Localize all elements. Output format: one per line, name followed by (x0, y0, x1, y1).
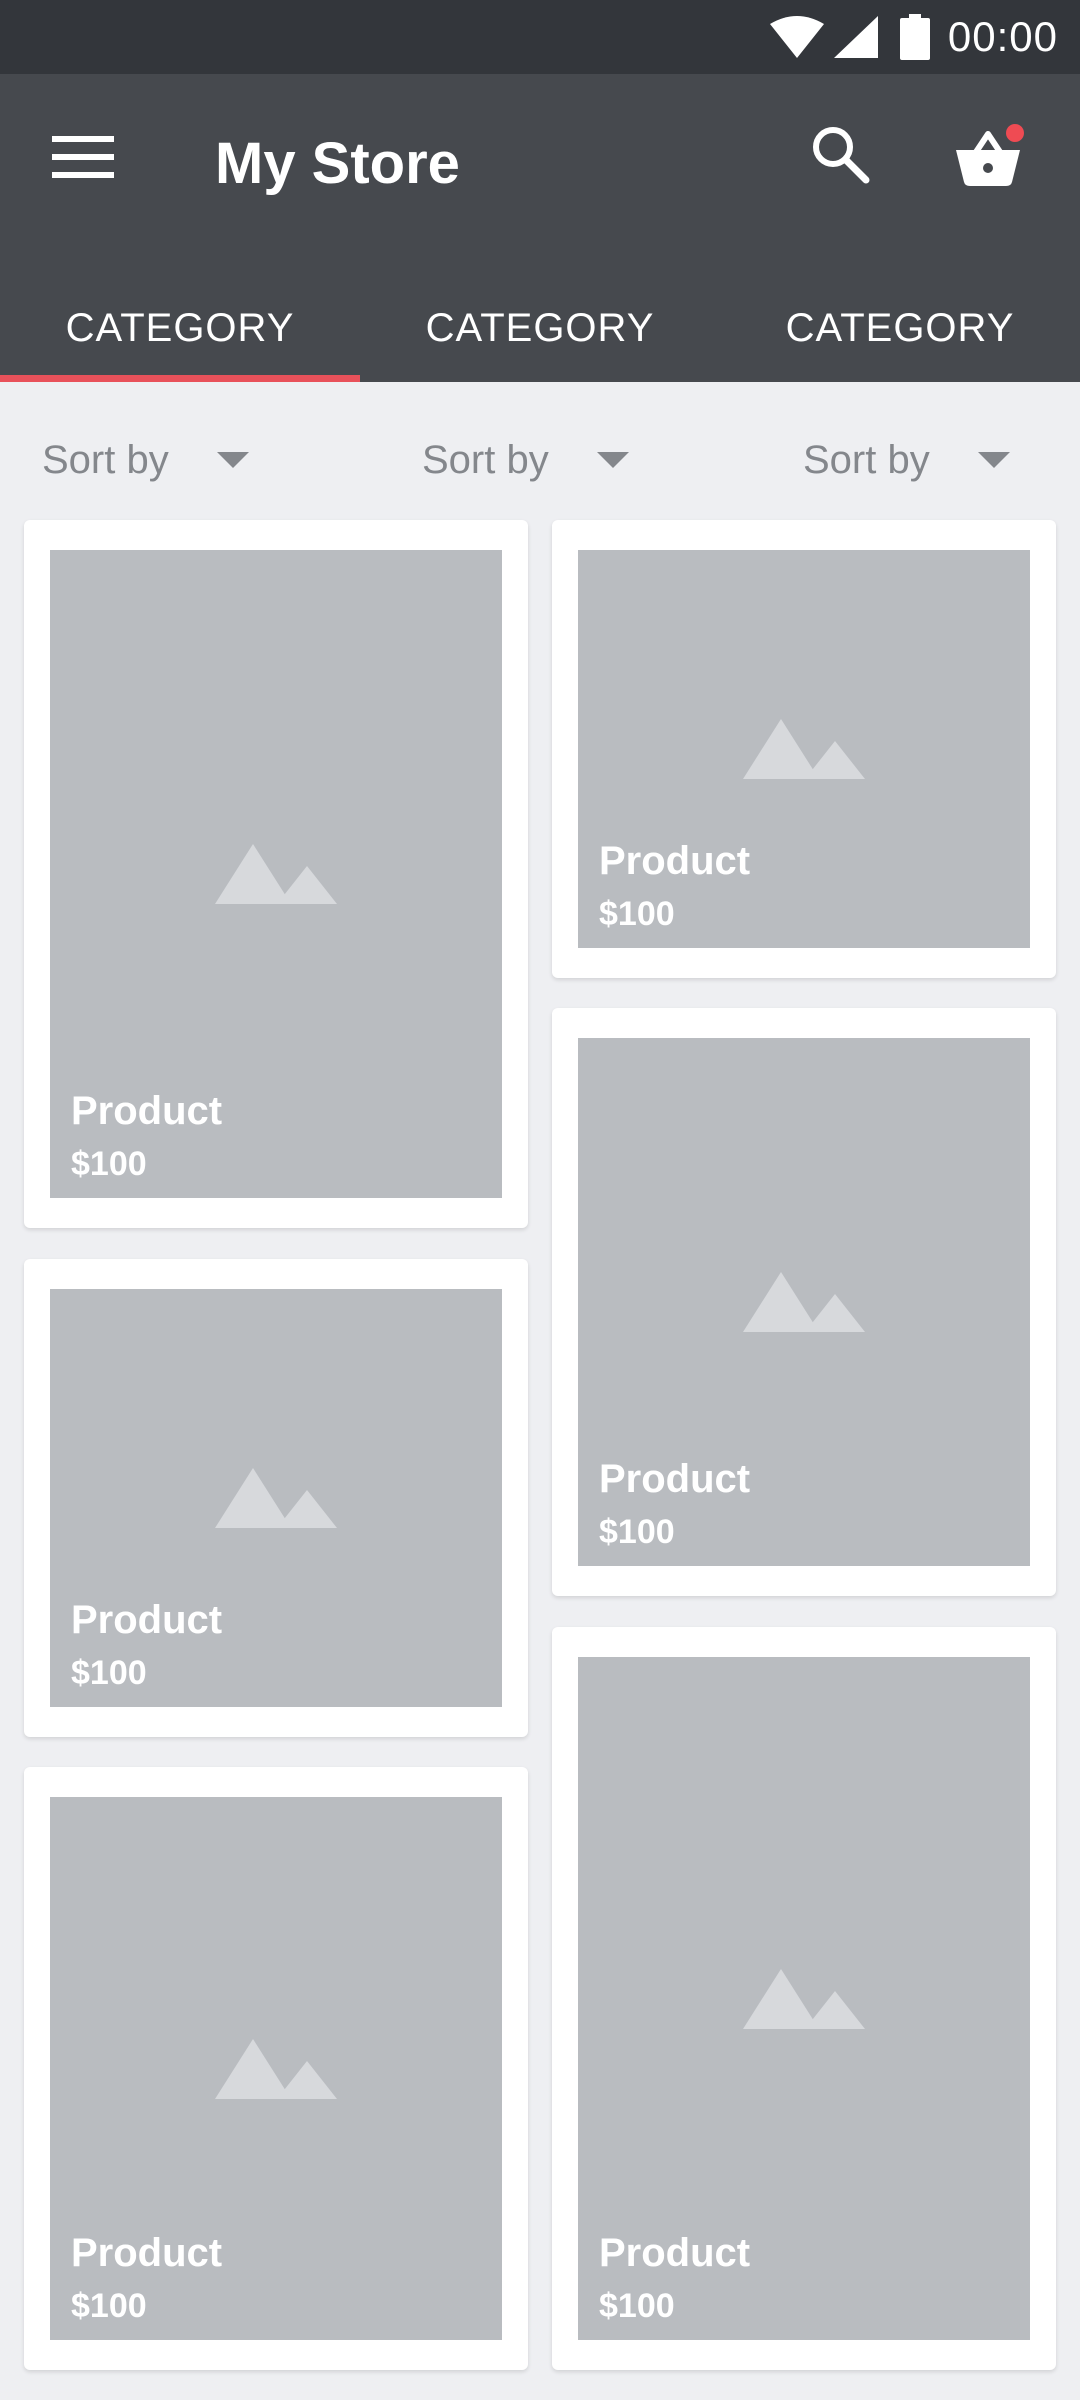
product-price: $100 (599, 1513, 675, 1551)
app-bar: My Store CATEGORY CATEGORY CATEGORY (0, 74, 1080, 382)
search-button[interactable] (810, 124, 882, 196)
product-price: $100 (599, 895, 675, 933)
signal-icon (833, 16, 878, 58)
chevron-down-icon (596, 452, 629, 468)
sort-label: Sort by (42, 437, 169, 482)
product-price: $100 (71, 1145, 147, 1183)
status-time: 00:00 (947, 13, 1058, 60)
product-name: Product (599, 1457, 751, 1501)
sort-dropdown-3[interactable]: Sort by (803, 420, 1010, 500)
sort-label: Sort by (422, 437, 549, 482)
tab-category-1[interactable]: CATEGORY (0, 274, 360, 382)
image-placeholder-icon (215, 844, 337, 904)
product-price: $100 (71, 1654, 147, 1692)
image-placeholder-icon (743, 719, 865, 779)
menu-icon (52, 136, 114, 178)
sort-dropdown-1[interactable]: Sort by (42, 420, 249, 500)
product-image: Product $100 (50, 550, 502, 1198)
battery-icon (899, 14, 930, 60)
chevron-down-icon (977, 452, 1010, 468)
tab-category-2[interactable]: CATEGORY (360, 274, 720, 382)
product-image: Product $100 (50, 1289, 502, 1707)
product-card[interactable]: Product $100 (552, 1627, 1056, 2370)
status-bar: 00:00 (0, 0, 1080, 74)
product-card[interactable]: Product $100 (24, 1767, 528, 2370)
search-icon (813, 127, 870, 184)
product-card[interactable]: Product $100 (552, 520, 1056, 978)
wifi-icon (769, 16, 824, 58)
product-card[interactable]: Product $100 (24, 1259, 528, 1737)
product-name: Product (71, 1089, 223, 1133)
product-price: $100 (599, 2287, 675, 2325)
status-icons: 00:00 (769, 13, 1058, 60)
chevron-down-icon (216, 452, 249, 468)
product-name: Product (71, 2231, 223, 2275)
category-tabs: CATEGORY CATEGORY CATEGORY (0, 274, 1080, 382)
product-image: Product $100 (50, 1797, 502, 2340)
product-name: Product (599, 839, 751, 883)
product-price: $100 (71, 2287, 147, 2325)
image-placeholder-icon (215, 2038, 337, 2099)
product-name: Product (71, 1598, 223, 1642)
cart-badge (1006, 124, 1024, 142)
image-placeholder-icon (743, 1968, 865, 2029)
sort-label: Sort by (803, 437, 930, 482)
product-card[interactable]: Product $100 (552, 1008, 1056, 1596)
product-image: Product $100 (578, 1038, 1030, 1566)
sort-dropdown-2[interactable]: Sort by (422, 420, 629, 500)
cart-button[interactable] (946, 118, 1026, 198)
sort-row: Sort by Sort by Sort by (0, 420, 1080, 500)
tab-category-3[interactable]: CATEGORY (720, 274, 1080, 382)
product-card[interactable]: Product $100 (24, 520, 528, 1228)
image-placeholder-icon (215, 1468, 337, 1528)
image-placeholder-icon (743, 1272, 865, 1332)
product-name: Product (599, 2231, 751, 2275)
product-image: Product $100 (578, 550, 1030, 948)
product-image: Product $100 (578, 1657, 1030, 2340)
page-title: My Store (215, 131, 460, 196)
menu-button[interactable] (52, 134, 118, 194)
